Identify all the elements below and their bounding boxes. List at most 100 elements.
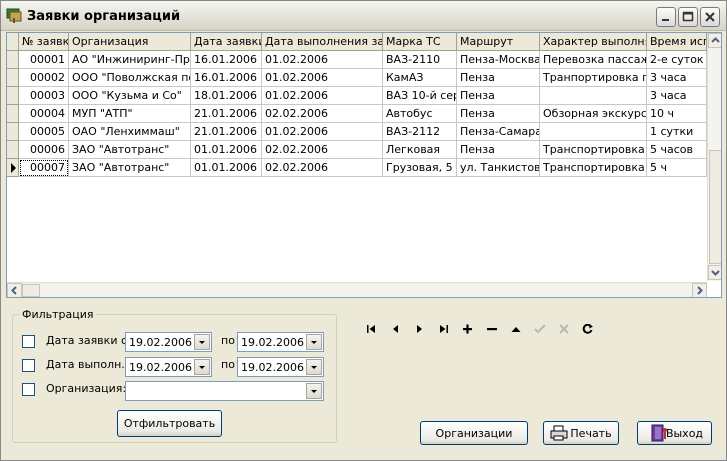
cell-vehicle[interactable]: Легковая [383,141,457,159]
column-header-request-date[interactable]: Дата заявки [191,33,262,51]
navigator-edit-button[interactable] [505,321,527,337]
cell-organization[interactable]: АО "Инжиниринг-Про" [69,51,191,69]
navigator-refresh-button[interactable] [577,321,599,337]
cell-time[interactable]: 3 часа [647,87,707,105]
date-done-from-dropdown[interactable] [194,359,210,375]
date-request-from-dropdown[interactable] [194,334,210,350]
cell-type[interactable] [540,87,647,105]
date-request-to-picker[interactable]: 19.02.2006 [237,332,324,352]
cell-number[interactable]: 00002 [19,69,69,87]
cell-done-date[interactable]: 01.02.2006 [262,69,383,87]
cell-organization[interactable]: ЗАО "Автотранс" [69,141,191,159]
navigator-insert-button[interactable] [457,321,479,337]
cell-request-date[interactable]: 21.01.2006 [191,105,262,123]
table-row[interactable]: 00003 ООО "Кузьма и Со" 18.01.2006 01.02… [7,87,707,105]
exit-button[interactable]: Выход [637,421,712,445]
navigator-next-button[interactable] [409,321,431,337]
horizontal-scrollbar[interactable] [7,282,707,297]
organization-select[interactable] [125,381,324,401]
date-done-from-picker[interactable]: 19.02.2006 [125,357,212,377]
cell-vehicle[interactable]: КамАЗ [383,69,457,87]
column-header-organization[interactable]: Организация [69,33,191,51]
column-header-vehicle[interactable]: Марка ТС [383,33,457,51]
date-request-checkbox[interactable] [22,335,35,348]
cell-number[interactable]: 00004 [19,105,69,123]
cell-time[interactable]: 3 часа [647,69,707,87]
cell-organization[interactable]: ОАО "Ленхиммаш" [69,123,191,141]
date-request-to-dropdown[interactable] [306,334,322,350]
navigator-delete-button[interactable] [481,321,503,337]
cell-request-date[interactable]: 21.01.2006 [191,123,262,141]
organizations-button[interactable]: Организации [420,421,528,445]
cell-type[interactable] [540,123,647,141]
cell-vehicle[interactable]: Грузовая, 5 т [383,159,457,177]
organization-dropdown[interactable] [306,383,322,399]
column-header-number[interactable]: № заявки [19,33,69,51]
title-bar[interactable]: Заявки организаций [1,1,726,31]
maximize-button[interactable] [678,7,698,27]
cell-type[interactable]: Обзорная экскурсия [540,105,647,123]
scroll-thumb-horizontal[interactable] [22,284,40,297]
organization-checkbox[interactable] [22,383,35,396]
cell-number[interactable]: 00005 [19,123,69,141]
cell-type[interactable]: Транпортировка гру [540,69,647,87]
cell-number[interactable]: 00006 [19,141,69,159]
scroll-left-button[interactable] [7,283,22,297]
table-row[interactable]: 00006 ЗАО "Автотранс" 01.01.2006 02.02.2… [7,141,707,159]
column-header-route[interactable]: Маршрут [457,33,540,51]
cell-done-date[interactable]: 02.02.2006 [262,141,383,159]
cell-route[interactable]: Пенза [457,69,540,87]
date-request-from-picker[interactable]: 19.02.2006 [125,332,212,352]
cell-vehicle[interactable]: ВАЗ-2112 [383,123,457,141]
cell-route[interactable]: Пенза-Москва [457,51,540,69]
cell-vehicle[interactable]: ВАЗ-2110 [383,51,457,69]
date-done-to-picker[interactable]: 19.02.2006 [237,357,324,377]
cell-done-date[interactable]: 01.02.2006 [262,51,383,69]
cell-done-date[interactable]: 01.02.2006 [262,87,383,105]
cell-route[interactable]: Пенза-Самара [457,123,540,141]
table-row-selected[interactable]: 00007 ЗАО "Автотранс" 01.01.2006 02.02.2… [7,159,707,177]
cell-type[interactable]: Транспортировка па [540,141,647,159]
cell-organization[interactable]: ООО "Кузьма и Со" [69,87,191,105]
cell-vehicle[interactable]: Автобус [383,105,457,123]
column-header-time[interactable]: Время исп [647,33,707,51]
filter-button[interactable]: Отфильтровать [117,410,222,437]
table-row[interactable]: 00002 ООО "Поволжская под 16.01.2006 01.… [7,69,707,87]
table-row[interactable]: 00004 МУП "АТП" 21.01.2006 02.02.2006 Ав… [7,105,707,123]
minimize-button[interactable] [656,7,676,27]
cell-request-date[interactable]: 01.01.2006 [191,141,262,159]
vertical-scrollbar[interactable] [707,33,721,281]
cell-request-date[interactable]: 16.01.2006 [191,51,262,69]
cell-request-date[interactable]: 18.01.2006 [191,87,262,105]
cell-number[interactable]: 00007 [19,159,69,177]
cell-organization[interactable]: ЗАО "Автотранс" [69,159,191,177]
cell-time[interactable]: 10 ч [647,105,707,123]
close-button[interactable] [700,7,720,27]
navigator-first-button[interactable] [361,321,383,337]
cell-number[interactable]: 00001 [19,51,69,69]
cell-done-date[interactable]: 02.02.2006 [262,105,383,123]
cell-organization[interactable]: МУП "АТП" [69,105,191,123]
column-header-type[interactable]: Характер выполняе [540,33,647,51]
cell-route[interactable]: Пенза [457,141,540,159]
scroll-down-button[interactable] [708,265,721,280]
print-button[interactable]: Печать [543,421,619,445]
scroll-right-button[interactable] [692,283,707,297]
cell-time[interactable]: 5 часов [647,141,707,159]
navigator-last-button[interactable] [433,321,455,337]
table-row[interactable]: 00001 АО "Инжиниринг-Про" 16.01.2006 01.… [7,51,707,69]
scroll-up-button[interactable] [708,33,721,48]
cell-time[interactable]: 5 ч [647,159,707,177]
date-done-checkbox[interactable] [22,359,35,372]
cell-type[interactable]: Перевозка пассажи [540,51,647,69]
cell-vehicle[interactable]: ВАЗ 10-й сери [383,87,457,105]
orders-grid[interactable]: № заявки Организация Дата заявки Дата вы… [6,32,722,298]
cell-time[interactable]: 1 сутки [647,123,707,141]
cell-number[interactable]: 00003 [19,87,69,105]
cell-done-date[interactable]: 02.02.2006 [262,159,383,177]
column-header-done-date[interactable]: Дата выполнения заяв [262,33,383,51]
cell-type[interactable]: Транспортировка ст [540,159,647,177]
navigator-prior-button[interactable] [385,321,407,337]
cell-organization[interactable]: ООО "Поволжская под [69,69,191,87]
cell-route[interactable]: Пенза [457,105,540,123]
